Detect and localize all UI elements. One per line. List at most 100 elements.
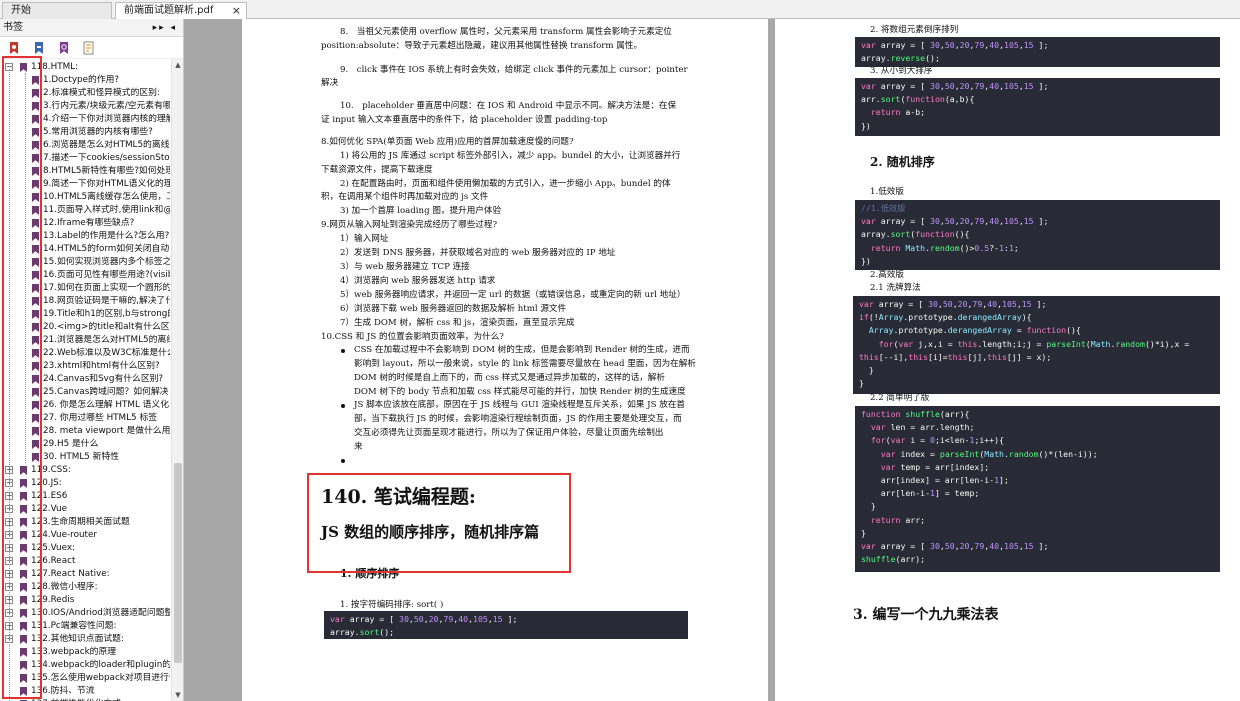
bookmark-item[interactable]: 122.Vue <box>20 503 170 516</box>
paragraph-line: 积，在调用某个组件时再加载对应的 js 文件 <box>321 192 489 202</box>
bookmark-label: 14.HTML5的form如何关闭自动 <box>43 244 170 254</box>
bookmark-child-item[interactable]: 24.Canvas和Svg有什么区别? <box>32 373 170 386</box>
bookmark-item[interactable]: 121.ES6 <box>20 490 170 503</box>
bookmark-child-item[interactable]: 25.Canvas跨域问题？如何解决 <box>32 386 170 399</box>
scroll-thumb[interactable] <box>174 463 182 663</box>
bookmark-child-item[interactable]: 1.Doctype的作用? <box>32 74 170 87</box>
bookmark-child-item[interactable]: 2.标准模式和怪异模式的区别: <box>32 87 170 100</box>
bookmark-item[interactable]: 128.微信小程序: <box>20 581 170 594</box>
close-icon[interactable]: × <box>232 3 241 19</box>
bookmark-child-item[interactable]: 28. meta viewport 是做什么用的 <box>32 425 170 438</box>
bookmark-item[interactable]: 124.Vue-router <box>20 529 170 542</box>
bookmark-child-item[interactable]: 9.简述一下你对HTML语义化的理 <box>32 178 170 191</box>
bookmark-item[interactable]: 118.HTML: <box>20 61 170 74</box>
bookmark-item[interactable]: 136.防抖、节流 <box>20 685 170 698</box>
bookmark-label: 17.如何在页面上实现一个圆形的 <box>43 283 170 293</box>
bookmark-child-item[interactable]: 20.<img>的title和alt有什么区别 <box>32 321 170 334</box>
bookmark-label: 132.其他知识点面试题: <box>31 634 124 644</box>
list-item: 2.高效版 <box>870 270 904 280</box>
paragraph-line: 3) 加一个首屏 loading 图，提升用户体验 <box>340 206 502 216</box>
bookmark-child-item[interactable]: 19.Title和h1的区别,b与strong的 <box>32 308 170 321</box>
tab-start[interactable]: 开始 <box>2 2 112 19</box>
paragraph-line: 证 input 输入文本垂直居中的条件下，给 placeholder 设置 pa… <box>321 115 608 125</box>
bookmark-item[interactable]: 130.IOS/Andriod浏览器适配问题整理 <box>20 607 170 620</box>
scroll-up-icon[interactable]: ▲ <box>172 59 184 71</box>
paragraph-line: 10. placeholder 垂直居中问题：在 IOS 和 Android 中… <box>340 101 677 111</box>
bookmark-label: 7.描述一下cookies/sessionStora <box>43 153 170 163</box>
paragraph-line: 来 <box>354 442 363 452</box>
bookmark-item[interactable]: 133.webpack的原理 <box>20 646 170 659</box>
bookmark-expand-icon[interactable] <box>7 41 21 55</box>
bookmark-label: 21.浏览器是怎么对HTML5的离线 <box>43 335 170 345</box>
sidebar-header: 书签 ▸▸ ◂ <box>0 19 183 37</box>
bookmark-item[interactable]: 126.React <box>20 555 170 568</box>
bookmark-child-item[interactable]: 4.介绍一下你对浏览器内核的理解 <box>32 113 170 126</box>
bookmark-child-item[interactable]: 29.H5 是什么 <box>32 438 170 451</box>
bookmark-child-item[interactable]: 5.常用浏览器的内核有哪些? <box>32 126 170 139</box>
bookmark-child-item[interactable]: 7.描述一下cookies/sessionStora <box>32 152 170 165</box>
bookmark-child-item[interactable]: 18.网页验证码是干嘛的,解决了什 <box>32 295 170 308</box>
bookmark-child-item[interactable]: 16.页面可见性有哪些用途?(visib <box>32 269 170 282</box>
bookmark-child-item[interactable]: 27. 你用过哪些 HTML5 标签 <box>32 412 170 425</box>
bookmark-label: 9.简述一下你对HTML语义化的理 <box>43 179 170 189</box>
bookmark-label: 24.Canvas和Svg有什么区别? <box>43 374 164 384</box>
bookmark-item[interactable]: 129.Redis <box>20 594 170 607</box>
bookmark-label: 12.Iframe有哪些缺点? <box>43 218 135 228</box>
bookmark-label: 2.标准模式和怪异模式的区别: <box>43 88 160 98</box>
paragraph-line: 8. 当祖父元素使用 overflow 属性时，父元素采用 transform … <box>340 27 672 37</box>
bookmark-child-item[interactable]: 3.行内元素/块级元素/空元素有哪 <box>32 100 170 113</box>
bookmark-child-item[interactable]: 11.页面导入样式时,使用link和@i <box>32 204 170 217</box>
bookmark-item[interactable]: 131.Pc端兼容性问题: <box>20 620 170 633</box>
bookmark-label: 5.常用浏览器的内核有哪些? <box>43 127 153 137</box>
bookmark-label: 19.Title和h1的区别,b与strong的 <box>43 309 170 319</box>
bookmark-item[interactable]: 135.怎么使用webpack对项目进行优化 <box>20 672 170 685</box>
bookmark-child-item[interactable]: 13.Label的作用是什么?怎么用? <box>32 230 170 243</box>
paragraph-line: 9.网页从输入网址到渲染完成经历了哪些过程? <box>321 220 498 230</box>
tab-pdf[interactable]: 前端面试题解析.pdf × <box>115 2 247 19</box>
bookmark-child-item[interactable]: 10.HTML5离线缓存怎么使用，工 <box>32 191 170 204</box>
sidebar-scrollbar[interactable]: ▲ ▼ <box>171 59 183 701</box>
bookmark-child-item[interactable]: 23.xhtml和html有什么区别? <box>32 360 170 373</box>
bookmark-child-item[interactable]: 14.HTML5的form如何关闭自动 <box>32 243 170 256</box>
bookmark-item[interactable]: 125.Vuex: <box>20 542 170 555</box>
bookmark-label: 8.HTML5新特性有哪些?如何处理 <box>43 166 170 176</box>
bookmark-item[interactable]: 123.生命周期相关面试题 <box>20 516 170 529</box>
paragraph-line: 10.CSS 和 JS 的位置会影响页面效率，为什么? <box>321 332 504 342</box>
bookmark-label: 20.<img>的title和alt有什么区别 <box>43 322 170 332</box>
bookmark-label: 23.xhtml和html有什么区别? <box>43 361 160 371</box>
paragraph-line: 部，当下载执行 JS 的时候，会影响渲染行程绘制页面，JS 的作用主要是处理交互… <box>354 414 682 424</box>
bookmark-child-item[interactable]: 17.如何在页面上实现一个圆形的 <box>32 282 170 295</box>
paragraph-line: 8.如何优化 SPA(单页面 Web 应用)应用的首屏加载速度慢的问题? <box>321 137 574 147</box>
bookmark-find-icon[interactable] <box>57 41 71 55</box>
bookmark-label: 26. 你是怎么理解 HTML 语义化 <box>43 400 170 410</box>
bookmark-item[interactable]: 132.其他知识点面试题: <box>20 633 170 646</box>
bookmark-item[interactable]: 119.CSS: <box>20 464 170 477</box>
scroll-down-icon[interactable]: ▼ <box>172 689 184 701</box>
paragraph-line: 3）与 web 服务器建立 TCP 连接 <box>340 262 470 272</box>
bookmark-child-item[interactable]: 15.如何实现浏览器内多个标签之 <box>32 256 170 269</box>
bookmark-child-item[interactable]: 22.Web标准以及W3C标准是什么 <box>32 347 170 360</box>
bullet-icon <box>341 459 345 463</box>
bookmark-child-item[interactable]: 12.Iframe有哪些缺点? <box>32 217 170 230</box>
bookmark-collapse-icon[interactable] <box>32 41 46 55</box>
tab-start-label: 开始 <box>11 5 31 16</box>
bookmark-options-icon[interactable] <box>82 41 96 55</box>
bookmark-label: 28. meta viewport 是做什么用的 <box>43 426 170 436</box>
bookmark-label: 27. 你用过哪些 HTML5 标签 <box>43 413 158 423</box>
pdf-page-left: 8. 当祖父元素使用 overflow 属性时，父元素采用 transform … <box>242 19 768 701</box>
bookmark-label: 15.如何实现浏览器内多个标签之 <box>43 257 170 267</box>
paragraph-line: JS 脚本应该放在底部，原因在于 JS 线程与 GUI 渲染线程是互斥关系，如果… <box>354 400 686 410</box>
bookmark-item[interactable]: 134.webpack的loader和plugin的区别 <box>20 659 170 672</box>
bookmark-label: 135.怎么使用webpack对项目进行优化 <box>31 673 170 683</box>
bookmark-child-item[interactable]: 6.浏览器是怎么对HTML5的离线 <box>32 139 170 152</box>
bookmark-child-item[interactable]: 30. HTML5 新特性 <box>32 451 170 464</box>
bookmark-item[interactable]: 127.React Native: <box>20 568 170 581</box>
code-block: var array = [ 30,50,20,79,40,105,15 ]; a… <box>855 37 1220 67</box>
bookmark-child-item[interactable]: 8.HTML5新特性有哪些?如何处理 <box>32 165 170 178</box>
paragraph-line: 解决 <box>321 78 339 88</box>
paragraph-line: CSS 在加载过程中不会影响到 DOM 树的生成，但是会影响到 Render 树… <box>354 345 690 355</box>
sidebar-controls[interactable]: ▸▸ ◂ <box>153 19 177 37</box>
bookmark-child-item[interactable]: 26. 你是怎么理解 HTML 语义化 <box>32 399 170 412</box>
bookmark-item[interactable]: 120.JS: <box>20 477 170 490</box>
bookmark-child-item[interactable]: 21.浏览器是怎么对HTML5的离线 <box>32 334 170 347</box>
